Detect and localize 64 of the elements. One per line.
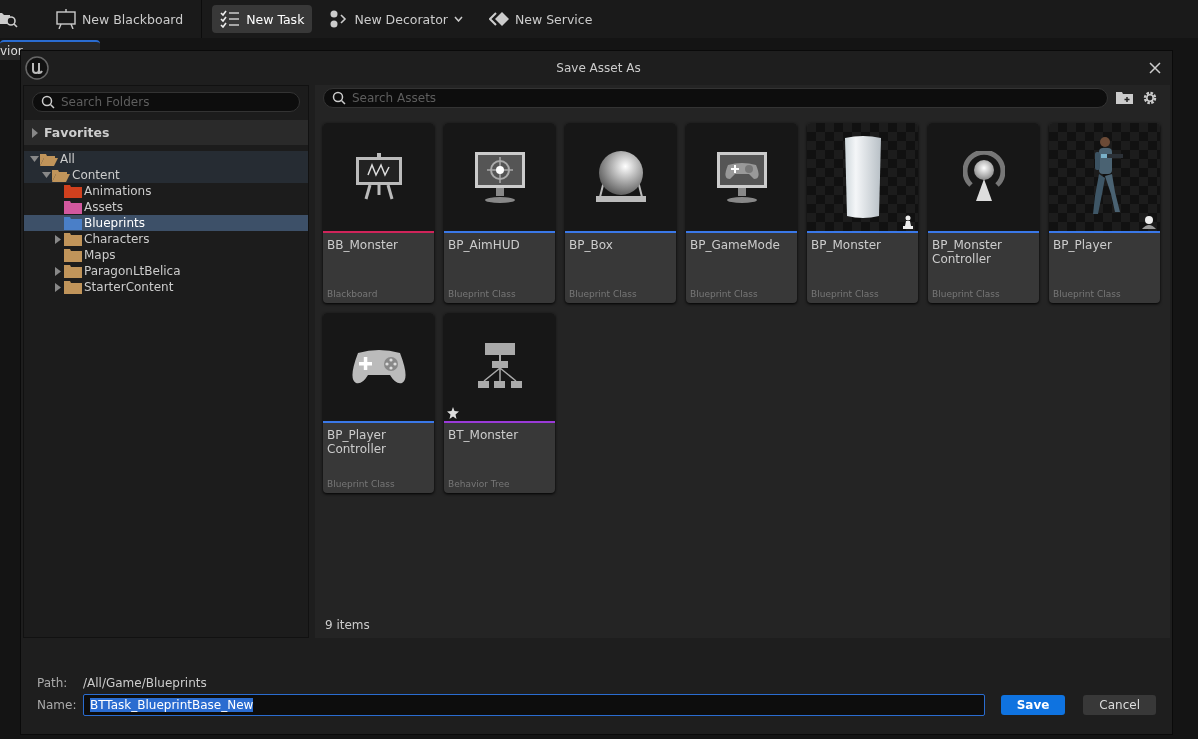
asset-name: BT_Monster bbox=[448, 428, 520, 442]
folder-label[interactable]: Assets bbox=[84, 200, 124, 214]
asset-name: BB_Monster bbox=[327, 238, 400, 252]
toolbar-button[interactable]: New Task bbox=[212, 5, 313, 33]
folder-label[interactable]: ParagonLtBelica bbox=[84, 264, 181, 278]
search-icon bbox=[41, 95, 55, 109]
item-count: 9 items bbox=[325, 618, 370, 632]
asset-name: BP_GameMode bbox=[690, 238, 781, 252]
monitor-target-icon bbox=[473, 151, 526, 203]
asset-name: BP_Player bbox=[1053, 238, 1113, 252]
asset-name: BP_Monster Controller bbox=[932, 238, 1004, 266]
cancel-button[interactable]: Cancel bbox=[1083, 695, 1156, 715]
asset-type: Behavior Tree bbox=[448, 479, 511, 489]
toolbar-button[interactable]: New Blackboard bbox=[48, 5, 192, 33]
expanded-arrow-icon[interactable] bbox=[41, 172, 51, 178]
asset-name: BP_Box bbox=[569, 238, 614, 252]
dialog-title: Save Asset As bbox=[555, 61, 642, 75]
asset-search-field[interactable]: Search Assets bbox=[323, 88, 1108, 108]
name-label: Name: bbox=[37, 698, 75, 712]
logo-icon bbox=[25, 56, 49, 80]
folder-label[interactable]: Characters bbox=[84, 232, 150, 246]
folder-search-icon[interactable] bbox=[0, 10, 18, 28]
asset-tile[interactable]: BT_Monster Behavior Tree bbox=[444, 313, 555, 493]
name-field[interactable]: BTTask_BlueprintBase_New bbox=[83, 694, 985, 716]
collapsed-arrow-icon[interactable] bbox=[55, 234, 61, 244]
easel-icon bbox=[353, 153, 404, 201]
collapsed-arrow-icon[interactable] bbox=[32, 127, 38, 138]
settings-icon[interactable] bbox=[1142, 90, 1158, 106]
toolbar-button[interactable]: New Service bbox=[480, 5, 601, 33]
folder-label[interactable]: Blueprints bbox=[84, 216, 145, 230]
easel-icon bbox=[56, 9, 76, 29]
pawn-icon bbox=[902, 215, 914, 229]
new-folder-icon[interactable] bbox=[1116, 91, 1134, 105]
tree-diagram-icon bbox=[477, 343, 522, 391]
asset-name: BP_Player Controller bbox=[327, 428, 388, 456]
pawn-target-icon bbox=[962, 151, 1005, 203]
folder-label[interactable]: StarterContent bbox=[84, 280, 174, 294]
toolbar-button[interactable]: New Decorator bbox=[322, 5, 471, 33]
gamepad-icon bbox=[349, 349, 408, 385]
asset-type: Blackboard bbox=[327, 289, 379, 299]
monitor-gamepad-icon bbox=[715, 151, 768, 203]
decorator-icon bbox=[330, 10, 349, 28]
asset-name: BP_AimHUD bbox=[448, 238, 521, 252]
favorites-header[interactable]: Favorites bbox=[44, 125, 110, 140]
person-icon bbox=[1142, 215, 1156, 229]
asset-tile[interactable]: BB_Monster Blackboard bbox=[323, 123, 434, 303]
path-label: Path: bbox=[37, 676, 69, 690]
folder-search-field[interactable]: Search Folders bbox=[32, 92, 300, 112]
expanded-arrow-icon[interactable] bbox=[29, 156, 39, 162]
checklist-icon bbox=[220, 10, 241, 28]
asset-name: BP_Monster bbox=[811, 238, 883, 252]
star-icon bbox=[447, 407, 459, 419]
search-icon bbox=[332, 91, 346, 105]
close-icon[interactable] bbox=[1148, 61, 1162, 75]
path-value: /All/Game/Blueprints bbox=[83, 676, 207, 690]
cylinder-icon bbox=[842, 134, 883, 220]
folder-label[interactable]: Content bbox=[72, 168, 120, 182]
folder-label[interactable]: Maps bbox=[84, 248, 116, 262]
collapsed-arrow-icon[interactable] bbox=[55, 282, 61, 292]
diamonds-icon bbox=[488, 12, 509, 26]
save-button[interactable]: Save bbox=[1000, 695, 1066, 715]
collapsed-arrow-icon[interactable] bbox=[55, 266, 61, 276]
folder-label[interactable]: Animations bbox=[84, 184, 152, 198]
folder-label[interactable]: All bbox=[60, 152, 75, 166]
